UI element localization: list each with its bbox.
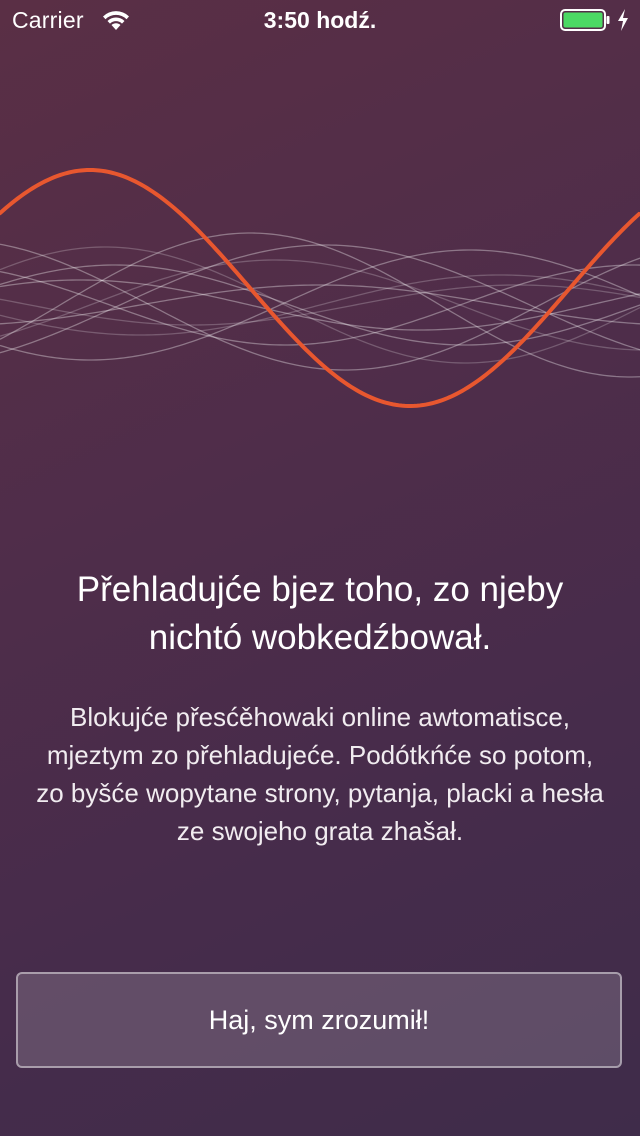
battery-icon [560, 9, 610, 31]
thin-wave-line [0, 244, 640, 354]
charging-icon [618, 9, 628, 31]
clock: 3:50 hodź. [263, 7, 377, 33]
onboarding-description: Blokujće přesćěhowaki online awtomatisce… [36, 702, 604, 846]
confirm-button[interactable]: Haj, sym zrozumił! [16, 972, 622, 1068]
onboarding-headline: Přehladujće bjez toho, zo njeby nichtó w… [76, 570, 564, 657]
status-bar: Carrier 3:50 hodź. [0, 0, 640, 40]
wave-graphic [0, 167, 640, 408]
